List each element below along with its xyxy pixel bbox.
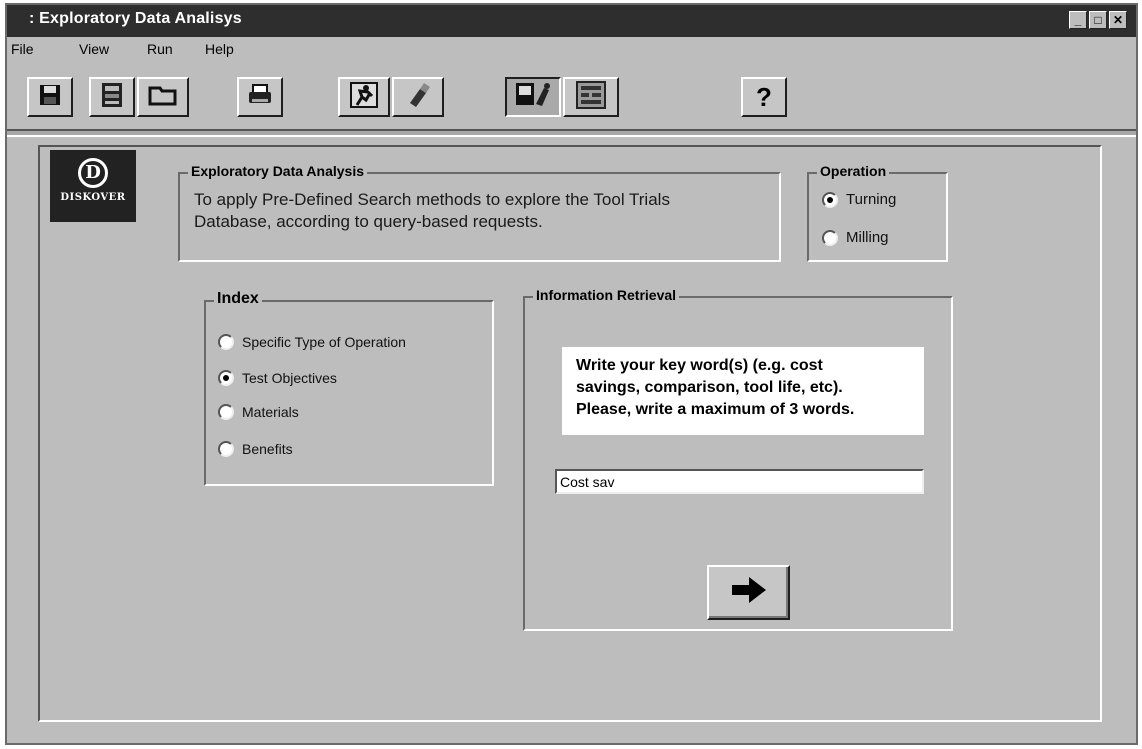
clear-button[interactable]: [392, 77, 444, 117]
index-option-materials[interactable]: Materials: [218, 404, 299, 420]
eda-legend: Exploratory Data Analysis: [188, 163, 367, 179]
maximize-button[interactable]: □: [1089, 11, 1107, 29]
operation-legend: Operation: [817, 163, 890, 179]
keyword-input[interactable]: [555, 469, 924, 494]
keyword-instructions-line-3: Please, write a maximum of 3 words.: [576, 401, 855, 418]
explore-icon: [514, 80, 552, 115]
index-benefits-label: Benefits: [242, 441, 293, 457]
operation-option-turning[interactable]: Turning: [822, 191, 896, 208]
index-option-specific-type[interactable]: Specific Type of Operation: [218, 334, 406, 350]
minimize-button[interactable]: _: [1069, 11, 1087, 29]
information-retrieval-legend: Information Retrieval: [533, 287, 680, 303]
window-title: : Exploratory Data Analisys: [29, 10, 242, 27]
run-button[interactable]: [338, 77, 390, 117]
help-button[interactable]: ?: [741, 77, 787, 117]
operation-milling-label: Milling: [846, 229, 889, 246]
index-legend: Index: [214, 290, 262, 308]
operation-groupbox: Operation: [807, 163, 948, 262]
toolbar-separator: [7, 129, 1136, 137]
clear-icon: [404, 81, 432, 114]
index-materials-label: Materials: [242, 404, 299, 420]
radio-materials[interactable]: [218, 404, 234, 420]
menu-file[interactable]: File: [11, 41, 34, 57]
diskover-logo: D DISKOVER: [50, 150, 136, 222]
index-groupbox: Index: [204, 290, 494, 486]
keyword-instructions-line-2: savings, comparison, tool life, etc).: [576, 379, 843, 396]
radio-specific-type[interactable]: [218, 334, 234, 350]
index-option-test-objectives[interactable]: Test Objectives: [218, 370, 337, 386]
keyword-instructions: Write your key word(s) (e.g. cost saving…: [562, 347, 924, 435]
arrow-right-icon: [729, 575, 769, 610]
radio-test-objectives[interactable]: [218, 370, 234, 386]
radio-milling[interactable]: [822, 229, 838, 246]
radio-turning[interactable]: [822, 191, 838, 208]
menu-bar: File View Run Help: [7, 37, 1136, 61]
logo-text: DISKOVER: [60, 192, 126, 203]
title-bar[interactable]: : Exploratory Data Analisys _ □ ✕: [7, 5, 1136, 37]
menu-view[interactable]: View: [79, 41, 109, 57]
report-button[interactable]: [563, 77, 619, 117]
operation-option-milling[interactable]: Milling: [822, 229, 889, 246]
open-folder-button[interactable]: [137, 77, 189, 117]
database-button[interactable]: [89, 77, 135, 117]
menu-run[interactable]: Run: [147, 41, 173, 57]
print-button[interactable]: [237, 77, 283, 117]
index-test-objectives-label: Test Objectives: [242, 370, 337, 386]
database-icon: [99, 81, 125, 114]
menu-help[interactable]: Help: [205, 41, 234, 57]
go-button[interactable]: [707, 565, 790, 620]
eda-description-line-1: To apply Pre-Defined Search methods to e…: [194, 190, 670, 209]
run-icon: [349, 81, 379, 114]
help-icon: ?: [756, 81, 772, 112]
logo-mark: D: [78, 158, 108, 188]
operation-turning-label: Turning: [846, 191, 897, 208]
explore-button[interactable]: [505, 77, 561, 117]
toolbar: ?: [7, 63, 1136, 129]
folder-icon: [148, 83, 178, 112]
report-icon: [574, 80, 608, 115]
keyword-instructions-line-1: Write your key word(s) (e.g. cost: [576, 357, 823, 374]
eda-description-line-2: Database, according to query-based reque…: [194, 212, 543, 231]
close-button[interactable]: ✕: [1109, 11, 1127, 29]
index-specific-type-label: Specific Type of Operation: [242, 334, 406, 350]
print-icon: [247, 83, 273, 112]
radio-benefits[interactable]: [218, 441, 234, 457]
save-button[interactable]: [27, 77, 73, 117]
index-option-benefits[interactable]: Benefits: [218, 441, 293, 457]
save-icon: [38, 83, 62, 112]
